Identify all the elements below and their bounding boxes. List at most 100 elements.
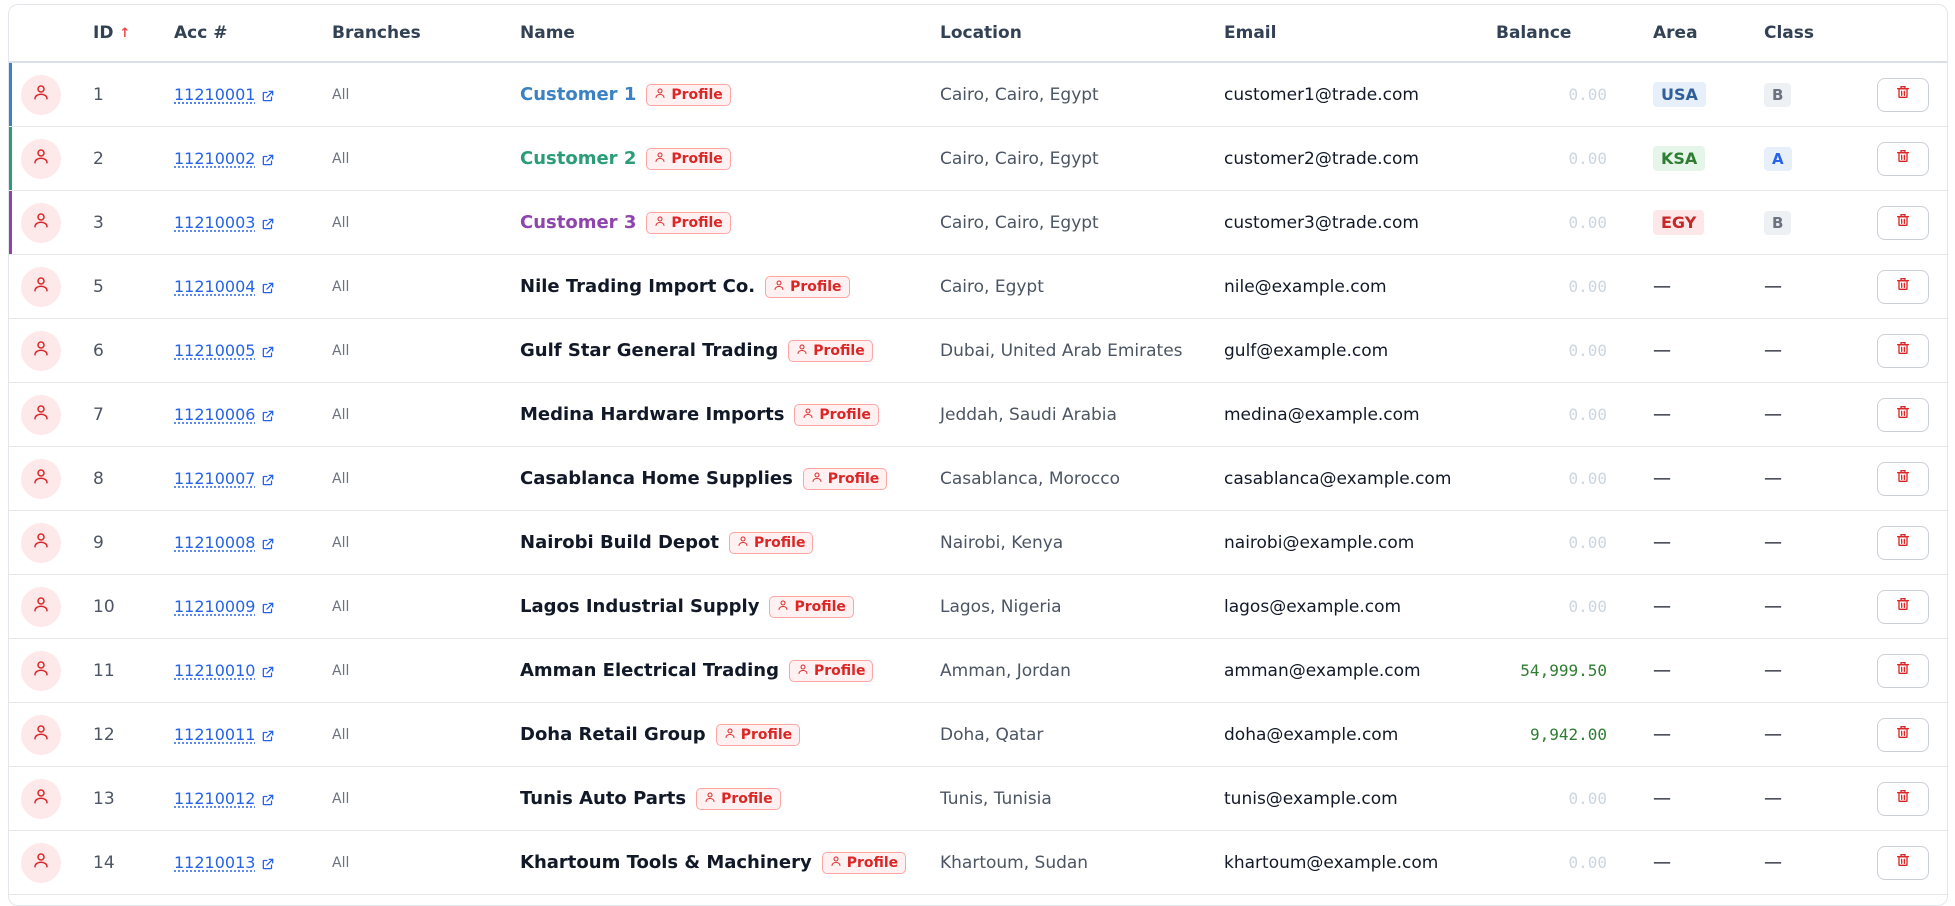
profile-button[interactable]: Profile — [715, 723, 801, 746]
avatar[interactable] — [21, 394, 61, 435]
avatar[interactable] — [21, 74, 61, 115]
customer-name[interactable]: Amman Electrical Trading — [520, 660, 779, 681]
customer-name[interactable]: Gulf Star General Trading — [520, 340, 778, 361]
table-row[interactable]: 3 11210003 All Customer 3 Profile Cairo,… — [9, 191, 1947, 255]
sort-ascending-icon[interactable]: ↑ — [119, 26, 130, 41]
header-name[interactable]: Name — [520, 5, 575, 61]
delete-button[interactable] — [1877, 461, 1929, 496]
table-row[interactable]: 5 11210004 All Nile Trading Import Co. P… — [9, 255, 1947, 319]
profile-button[interactable]: Profile — [728, 531, 814, 554]
table-row[interactable]: 13 11210012 All Tunis Auto Parts Profile… — [9, 767, 1947, 831]
customer-name[interactable]: Casablanca Home Supplies — [520, 468, 793, 489]
table-row[interactable]: 8 11210007 All Casablanca Home Supplies … — [9, 447, 1947, 511]
header-id[interactable]: ID ↑ — [93, 5, 130, 61]
table-row[interactable]: 11 11210010 All Amman Electrical Trading… — [9, 639, 1947, 703]
account-link[interactable]: 11210002 — [174, 149, 255, 168]
account-link[interactable]: 11210001 — [174, 85, 255, 104]
external-link-icon[interactable] — [261, 664, 275, 678]
account-link[interactable]: 11210012 — [174, 789, 255, 808]
avatar[interactable] — [21, 586, 61, 627]
profile-button[interactable]: Profile — [696, 787, 781, 810]
account-link[interactable]: 11210009 — [174, 597, 255, 616]
profile-button[interactable]: Profile — [821, 851, 907, 874]
customer-name[interactable]: Customer 3 — [520, 212, 636, 233]
delete-button[interactable] — [1877, 653, 1929, 688]
delete-button[interactable] — [1877, 141, 1929, 176]
table-row[interactable]: 1 11210001 All Customer 1 Profile Cairo,… — [9, 63, 1947, 127]
customer-name[interactable]: Medina Hardware Imports — [520, 404, 784, 425]
customer-name[interactable]: Khartoum Tools & Machinery — [520, 852, 812, 873]
external-link-icon[interactable] — [261, 216, 275, 230]
account-link[interactable]: 11210013 — [174, 853, 255, 872]
external-link-icon[interactable] — [261, 600, 275, 614]
profile-button[interactable]: Profile — [802, 467, 888, 490]
account-link[interactable]: 11210008 — [174, 533, 255, 552]
account-link[interactable]: 11210004 — [174, 277, 255, 296]
header-location[interactable]: Location — [940, 5, 1022, 61]
avatar[interactable] — [21, 714, 61, 755]
header-balance[interactable]: Balance — [1496, 5, 1571, 61]
header-acc[interactable]: Acc # — [174, 5, 227, 61]
avatar[interactable] — [21, 138, 61, 179]
table-row[interactable]: 7 11210006 All Medina Hardware Imports P… — [9, 383, 1947, 447]
profile-button[interactable]: Profile — [646, 211, 731, 234]
account-link[interactable]: 11210010 — [174, 661, 255, 680]
profile-button[interactable]: Profile — [794, 403, 879, 426]
profile-button[interactable]: Profile — [646, 83, 731, 106]
table-row[interactable]: 6 11210005 All Gulf Star General Trading… — [9, 319, 1947, 383]
profile-button[interactable]: Profile — [789, 659, 874, 682]
external-link-icon[interactable] — [261, 536, 275, 550]
avatar[interactable] — [21, 266, 61, 307]
customer-name[interactable]: Customer 2 — [520, 148, 636, 169]
customer-name[interactable]: Nile Trading Import Co. — [520, 276, 755, 297]
external-link-icon[interactable] — [261, 280, 275, 294]
external-link-icon[interactable] — [261, 408, 275, 422]
external-link-icon[interactable] — [261, 152, 275, 166]
delete-button[interactable] — [1877, 589, 1929, 624]
external-link-icon[interactable] — [261, 344, 275, 358]
external-link-icon[interactable] — [261, 472, 275, 486]
external-link-icon[interactable] — [261, 792, 275, 806]
table-row[interactable]: 2 11210002 All Customer 2 Profile Cairo,… — [9, 127, 1947, 191]
account-link[interactable]: 11210006 — [174, 405, 255, 424]
avatar[interactable] — [21, 778, 61, 819]
profile-button[interactable]: Profile — [788, 339, 873, 362]
external-link-icon[interactable] — [261, 856, 275, 870]
external-link-icon[interactable] — [261, 88, 275, 102]
avatar[interactable] — [21, 650, 61, 691]
customer-name[interactable]: Tunis Auto Parts — [520, 788, 686, 809]
profile-button[interactable]: Profile — [765, 275, 850, 298]
delete-button[interactable] — [1877, 781, 1929, 816]
delete-button[interactable] — [1877, 333, 1929, 368]
table-row[interactable]: 14 11210013 All Khartoum Tools & Machine… — [9, 831, 1947, 895]
delete-button[interactable] — [1877, 397, 1929, 432]
avatar[interactable] — [21, 330, 61, 371]
header-area[interactable]: Area — [1653, 5, 1698, 61]
delete-button[interactable] — [1877, 525, 1929, 560]
customer-name[interactable]: Customer 1 — [520, 84, 636, 105]
account-link[interactable]: 11210005 — [174, 341, 255, 360]
profile-button[interactable]: Profile — [646, 147, 731, 170]
delete-button[interactable] — [1877, 77, 1929, 112]
header-branches[interactable]: Branches — [332, 5, 421, 61]
avatar[interactable] — [21, 522, 61, 563]
profile-button[interactable]: Profile — [769, 595, 854, 618]
account-link[interactable]: 11210007 — [174, 469, 255, 488]
avatar[interactable] — [21, 202, 61, 243]
header-email[interactable]: Email — [1224, 5, 1276, 61]
customer-name[interactable]: Lagos Industrial Supply — [520, 596, 759, 617]
account-link[interactable]: 11210003 — [174, 213, 255, 232]
table-row[interactable]: 10 11210009 All Lagos Industrial Supply … — [9, 575, 1947, 639]
customer-name[interactable]: Nairobi Build Depot — [520, 532, 719, 553]
account-link[interactable]: 11210011 — [174, 725, 255, 744]
customer-name[interactable]: Doha Retail Group — [520, 724, 706, 745]
table-row[interactable]: 9 11210008 All Nairobi Build Depot Profi… — [9, 511, 1947, 575]
delete-button[interactable] — [1877, 845, 1929, 880]
delete-button[interactable] — [1877, 269, 1929, 304]
header-class[interactable]: Class — [1764, 5, 1814, 61]
table-row[interactable]: 12 11210011 All Doha Retail Group Profil… — [9, 703, 1947, 767]
external-link-icon[interactable] — [261, 728, 275, 742]
delete-button[interactable] — [1877, 717, 1929, 752]
avatar[interactable] — [21, 458, 61, 499]
delete-button[interactable] — [1877, 205, 1929, 240]
